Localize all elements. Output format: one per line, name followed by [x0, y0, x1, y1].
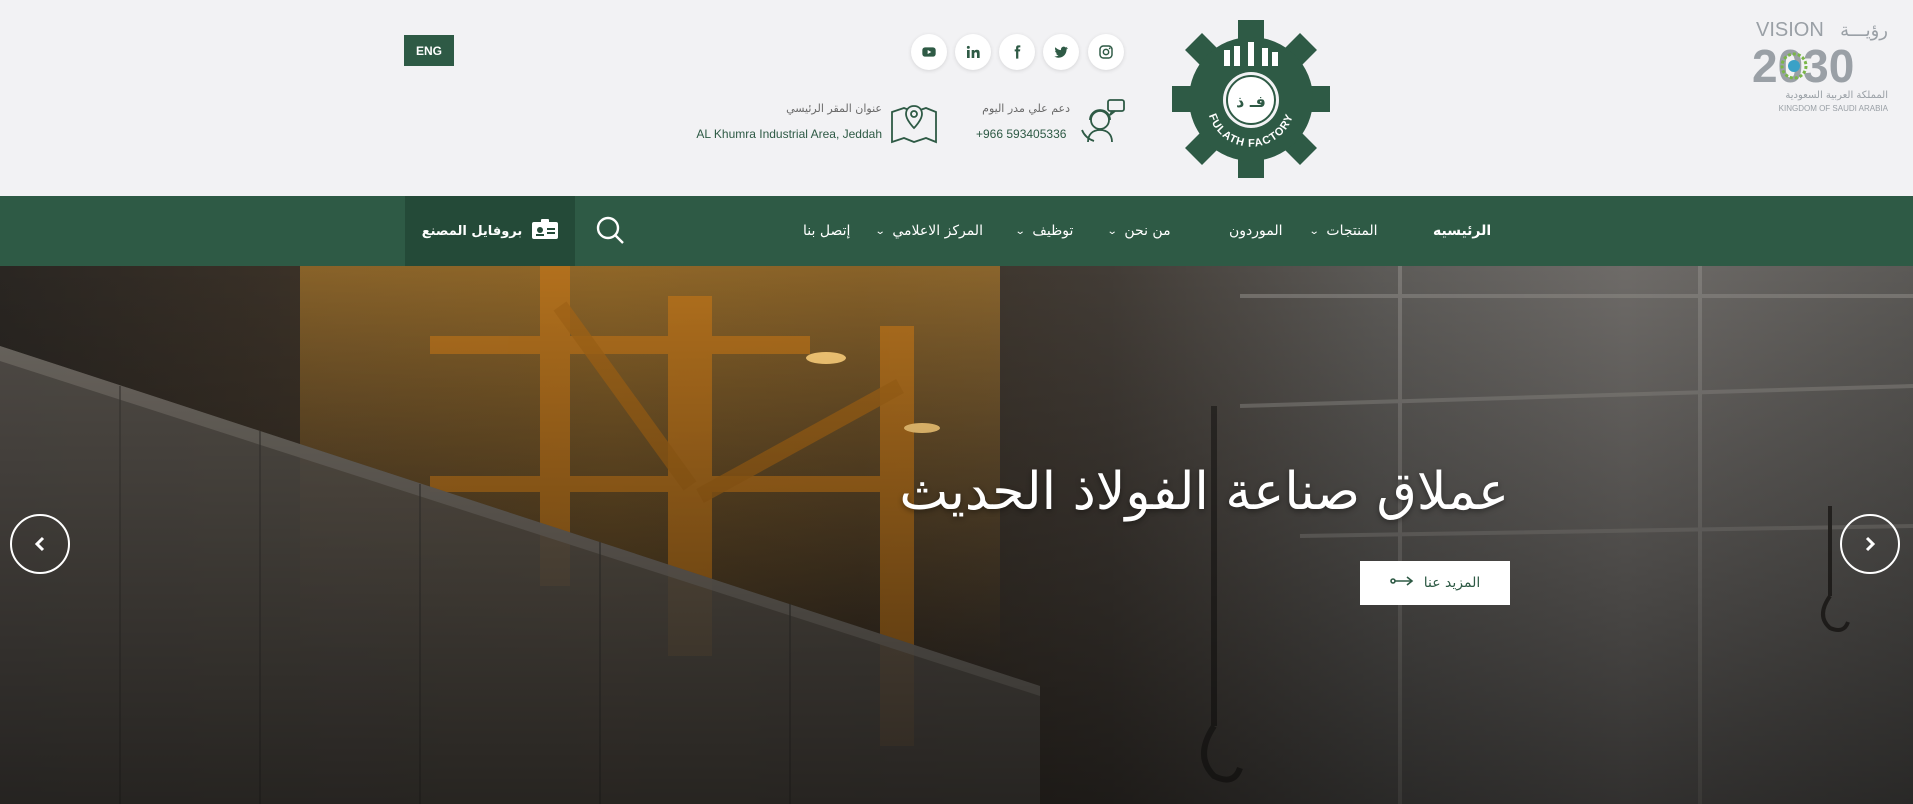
- slider-prev-button[interactable]: [10, 514, 70, 574]
- arrow-right-icon: [1389, 575, 1414, 591]
- nav-label: إتصل بنا: [803, 223, 851, 239]
- more-about-us-button[interactable]: المزيد عنا: [1360, 561, 1510, 605]
- vision-text: VISION: [1756, 19, 1824, 41]
- support-info: دعم علي مدر اليوم +966 593405336: [976, 102, 1070, 141]
- chevron-down-icon: ⌄: [1106, 225, 1118, 237]
- search-icon[interactable]: [592, 212, 628, 248]
- fulath-factory-logo[interactable]: فـ ذ FULATH FACTORY: [1172, 20, 1330, 178]
- address-label: عنوان المقر الرئيسي: [786, 102, 882, 115]
- chevron-down-icon: ⌄: [1308, 225, 1320, 237]
- chevron-down-icon: ⌄: [1014, 225, 1026, 237]
- nav-item-careers[interactable]: توظيف ⌄: [1014, 196, 1074, 266]
- nav-item-products[interactable]: المنتجات ⌄: [1308, 196, 1378, 266]
- vision-arabic-text: رؤيـــة: [1840, 20, 1888, 41]
- nav-item-home[interactable]: الرئيسيه: [1433, 196, 1491, 266]
- chevron-left-icon: [34, 536, 45, 552]
- vision-2030-logo: VISION رؤيـــة 2030 المملكة العربية السع…: [1748, 12, 1896, 116]
- more-button-label: المزيد عنا: [1423, 575, 1481, 591]
- nav-item-contact[interactable]: إتصل بنا: [803, 196, 850, 266]
- facebook-icon[interactable]: [999, 34, 1035, 70]
- top-header: VISION رؤيـــة 2030 المملكة العربية السع…: [0, 0, 1913, 196]
- support-agent-icon: [1078, 96, 1128, 150]
- language-button[interactable]: ENG: [404, 35, 454, 66]
- nav-item-media-center[interactable]: المركز الاعلامي ⌄: [874, 196, 983, 266]
- nav-item-suppliers[interactable]: الموردون: [1229, 196, 1283, 266]
- support-label: دعم علي مدر اليوم: [982, 102, 1070, 115]
- nav-label: من نحن: [1124, 223, 1171, 239]
- chevron-right-icon: [1865, 536, 1876, 552]
- logo-arabic-text: فـ ذ: [1236, 92, 1266, 111]
- instagram-icon[interactable]: [1088, 34, 1124, 70]
- address-info: عنوان المقر الرئيسي AL Khumra Industrial…: [674, 102, 882, 141]
- id-card-icon: [532, 219, 559, 243]
- main-nav: الرئيسيه المنتجات ⌄ الموردون من نحن ⌄ تو…: [0, 196, 1913, 266]
- factory-profile-button[interactable]: بروفايل المصنع: [405, 196, 575, 266]
- vision-kingdom-english: KINGDOM OF SAUDI ARABIA: [1779, 104, 1889, 113]
- hero-background-image: [0, 266, 1913, 804]
- chevron-down-icon: ⌄: [874, 225, 886, 237]
- slider-next-button[interactable]: [1840, 514, 1900, 574]
- nav-label: توظيف: [1032, 223, 1074, 239]
- nav-label: الموردون: [1229, 223, 1283, 239]
- support-phone[interactable]: +966 593405336: [976, 127, 1070, 141]
- nav-label: الرئيسيه: [1433, 223, 1492, 239]
- nav-label: المركز الاعلامي: [892, 223, 983, 239]
- twitter-icon[interactable]: [1043, 34, 1079, 70]
- profile-button-label: بروفايل المصنع: [421, 223, 523, 239]
- map-icon: [890, 100, 938, 148]
- nav-item-about[interactable]: من نحن ⌄: [1106, 196, 1171, 266]
- address-value: AL Khumra Industrial Area, Jeddah: [696, 127, 882, 141]
- vision-year: 2030: [1752, 40, 1854, 92]
- youtube-icon[interactable]: [911, 34, 947, 70]
- hero-title: عملاق صناعة الفولاذ الحديث: [899, 462, 1509, 522]
- nav-label: المنتجات: [1326, 223, 1378, 239]
- hero-slider: عملاق صناعة الفولاذ الحديث المزيد عنا: [0, 266, 1913, 804]
- vision-kingdom-arabic: المملكة العربية السعودية: [1785, 90, 1888, 101]
- linkedin-icon[interactable]: [955, 34, 991, 70]
